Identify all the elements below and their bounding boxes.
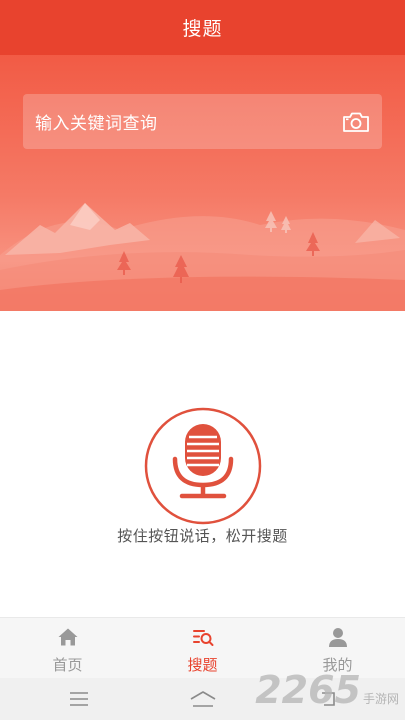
search-input[interactable]: 输入关键词查询: [23, 94, 382, 149]
tab-search[interactable]: 搜题: [135, 618, 270, 678]
tab-home-label: 首页: [52, 656, 83, 674]
search-placeholder: 输入关键词查询: [35, 114, 158, 134]
home-outline-icon[interactable]: [189, 689, 217, 709]
page-title: 搜题: [182, 18, 223, 40]
voice-hint-text: 按住按钮说话，松开搜题: [117, 527, 288, 545]
microphone-icon: [144, 407, 262, 525]
watermark-logo: 2265 手游网: [255, 668, 399, 712]
menu-icon[interactable]: [68, 689, 90, 709]
title-bar: 搜题: [0, 0, 405, 55]
watermark-number: 2265: [255, 668, 361, 712]
voice-search-button[interactable]: [144, 407, 262, 525]
camera-icon[interactable]: [342, 110, 370, 134]
user-icon: [328, 628, 347, 647]
watermark-text: 手游网: [362, 692, 399, 706]
home-icon: [58, 628, 77, 646]
search-list-icon: [192, 630, 213, 646]
tab-search-label: 搜题: [187, 656, 218, 674]
tab-home[interactable]: 首页: [0, 618, 135, 678]
hero-banner: 输入关键词查询: [0, 55, 405, 311]
